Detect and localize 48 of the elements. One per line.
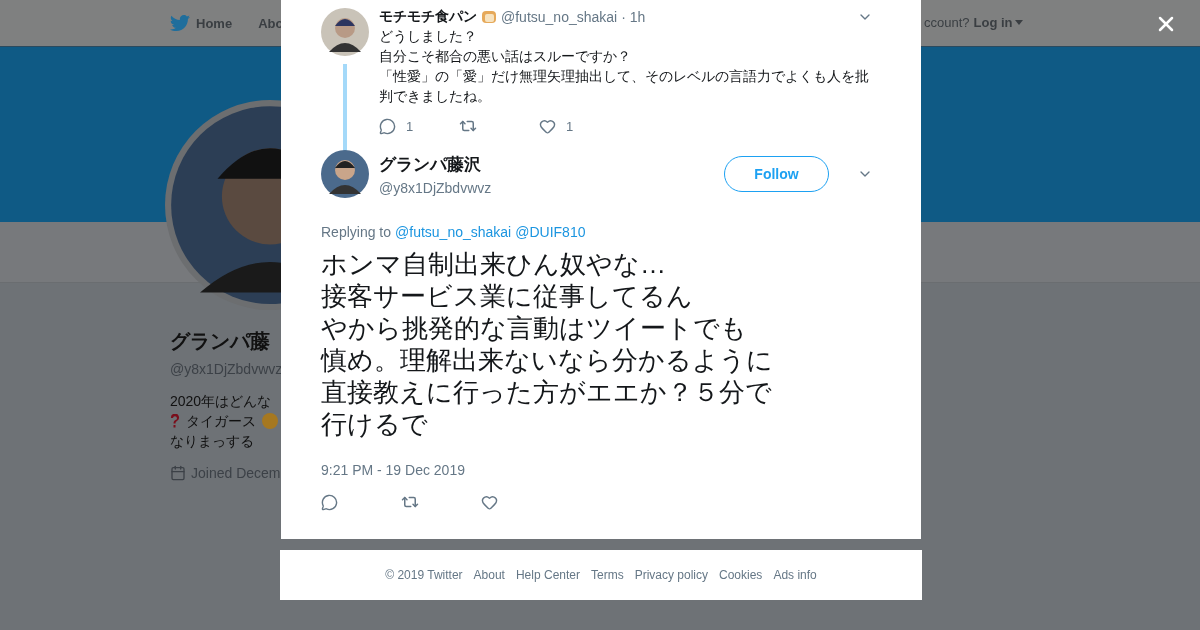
tweet-time: · 1h bbox=[621, 9, 646, 25]
follow-button[interactable]: Follow bbox=[724, 156, 829, 192]
tweet-timestamp: 9:21 PM - 19 Dec 2019 bbox=[321, 462, 466, 478]
tweet-text-line: 接客サービス業に従事してるん bbox=[321, 280, 693, 312]
tweet-text-line: 直接教えに行った方がエエか？５分で bbox=[321, 376, 772, 408]
bread-icon bbox=[481, 10, 497, 24]
question-icon bbox=[170, 414, 180, 428]
reply-count: 1 bbox=[406, 118, 414, 134]
bird-icon bbox=[170, 15, 190, 31]
caret-icon bbox=[1014, 20, 1023, 25]
profile-name: グランパ藤 bbox=[170, 329, 270, 354]
reply-icon[interactable] bbox=[321, 493, 338, 511]
tweet-text-line: 行けるで bbox=[321, 408, 428, 440]
like-count: 1 bbox=[566, 118, 574, 134]
tweet-text-line: 「性愛」の「愛」だけ無理矢理抽出して、そのレベルの言語力でよくも人を批 bbox=[379, 67, 869, 86]
footer-link[interactable]: Terms bbox=[591, 568, 624, 582]
bio-line: 2020年はどんな bbox=[170, 392, 272, 411]
footer-link[interactable]: © 2019 Twitter bbox=[385, 568, 463, 582]
tweet-text-line: どうしました？ bbox=[379, 27, 477, 46]
mention-link[interactable]: @DUIF810 bbox=[515, 224, 586, 240]
author-handle: @y8x1DjZbdvwvz bbox=[379, 179, 492, 196]
author-name: モチモチ食パン bbox=[379, 8, 477, 26]
avatar bbox=[321, 8, 369, 56]
like-icon[interactable] bbox=[481, 493, 498, 511]
account-prompt: ccount? bbox=[924, 15, 970, 30]
mention-link[interactable]: @futsu_no_shakai bbox=[395, 224, 512, 240]
tweet-text-line: やから挑発的な言動はツイートでも bbox=[321, 312, 747, 344]
footer-link[interactable]: Ads info bbox=[773, 568, 817, 582]
footer-link[interactable]: Help Center bbox=[515, 568, 580, 582]
bio-line: タイガース bbox=[186, 412, 256, 431]
tweet-text-line: 慎め。理解出来ないなら分かるように bbox=[321, 344, 773, 376]
footer-link[interactable]: Cookies bbox=[719, 568, 763, 582]
footer-link[interactable]: Privacy policy bbox=[634, 568, 708, 582]
tiger-icon bbox=[262, 413, 278, 429]
tweet-text-line: 判できましたね。 bbox=[379, 87, 491, 106]
author-name: グランパ藤沢 bbox=[379, 153, 481, 176]
avatar bbox=[321, 150, 369, 198]
footer-link[interactable]: About bbox=[473, 568, 505, 582]
like-icon[interactable] bbox=[539, 117, 556, 135]
bio-line: なりまっする bbox=[170, 432, 254, 451]
author-handle: @futsu_no_shakai bbox=[501, 9, 618, 25]
calendar-icon bbox=[170, 465, 186, 481]
login-link[interactable]: Log in bbox=[973, 15, 1023, 30]
tweet-text-line: 自分こそ都合の悪い話はスルーですか？ bbox=[379, 47, 631, 66]
reply-icon[interactable] bbox=[379, 117, 396, 135]
nav-link[interactable]: Home bbox=[170, 15, 233, 31]
replying-label: Replying to bbox=[321, 224, 392, 240]
tweet-text-line: ホンマ自制出来ひん奴やな… bbox=[321, 248, 666, 280]
